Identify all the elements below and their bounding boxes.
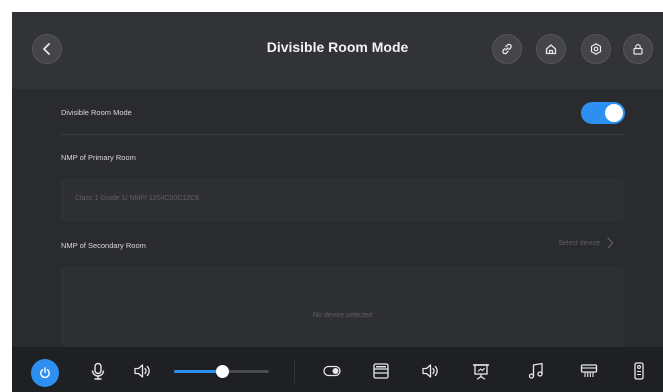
- settings-button[interactable]: [581, 34, 611, 64]
- power-icon: [40, 367, 50, 378]
- presentation-icon: [472, 364, 490, 380]
- gear-icon: [590, 43, 602, 55]
- remote-icon: [634, 362, 644, 380]
- projector-icon: [580, 364, 598, 377]
- primary-room-field[interactable]: Class 1 Grade 1/ NMP/ 1204C00C12C6: [61, 179, 624, 221]
- home-icon: [545, 44, 557, 55]
- secondary-room-label: NMP of Secondary Room: [61, 241, 146, 250]
- audio-output-button[interactable]: [420, 361, 440, 381]
- volume-slider-fill: [174, 370, 222, 373]
- select-device-label: Select device: [558, 239, 600, 247]
- divider: [61, 134, 624, 135]
- secondary-device-panel: No device selected: [61, 267, 624, 347]
- link-button[interactable]: [492, 34, 522, 64]
- separator: [294, 359, 295, 383]
- primary-room-value: Class 1 Grade 1/ NMP/ 1204C00C12C6: [75, 195, 200, 202]
- no-device-text: No device selected: [312, 312, 373, 319]
- remote-button[interactable]: [629, 361, 649, 381]
- power-button[interactable]: [31, 359, 59, 387]
- home-button[interactable]: [536, 34, 566, 64]
- device-button[interactable]: [371, 361, 391, 381]
- bottom-control-bar: [12, 347, 663, 392]
- chevron-right-icon: [607, 237, 614, 249]
- toggle-knob: [605, 104, 623, 122]
- volume-slider-handle[interactable]: [215, 365, 229, 378]
- music-icon: [528, 362, 543, 379]
- lock-button[interactable]: [623, 34, 653, 64]
- music-button[interactable]: [526, 361, 546, 381]
- lock-icon: [633, 44, 643, 55]
- select-device-link[interactable]: Select device: [558, 237, 614, 249]
- speaker-volume-button[interactable]: [132, 361, 152, 381]
- divisible-room-label: Divisible Room Mode: [61, 108, 132, 117]
- app-screen: Divisible Room Mode Divisible Room Mode …: [12, 12, 663, 392]
- divisible-room-toggle[interactable]: [581, 102, 625, 124]
- device-icon: [373, 363, 389, 379]
- primary-room-label: NMP of Primary Room: [61, 153, 136, 162]
- mode-toggle-button[interactable]: [322, 361, 342, 381]
- presentation-button[interactable]: [471, 361, 491, 381]
- header-bar: Divisible Room Mode: [12, 12, 663, 89]
- speaker-icon: [422, 364, 438, 378]
- link-icon: [502, 43, 512, 55]
- projector-button[interactable]: [579, 361, 599, 381]
- volume-slider[interactable]: [174, 365, 269, 378]
- microphone-button[interactable]: [88, 361, 108, 381]
- microphone-icon: [91, 362, 105, 380]
- toggle-icon: [323, 365, 341, 377]
- speaker-icon: [134, 364, 150, 378]
